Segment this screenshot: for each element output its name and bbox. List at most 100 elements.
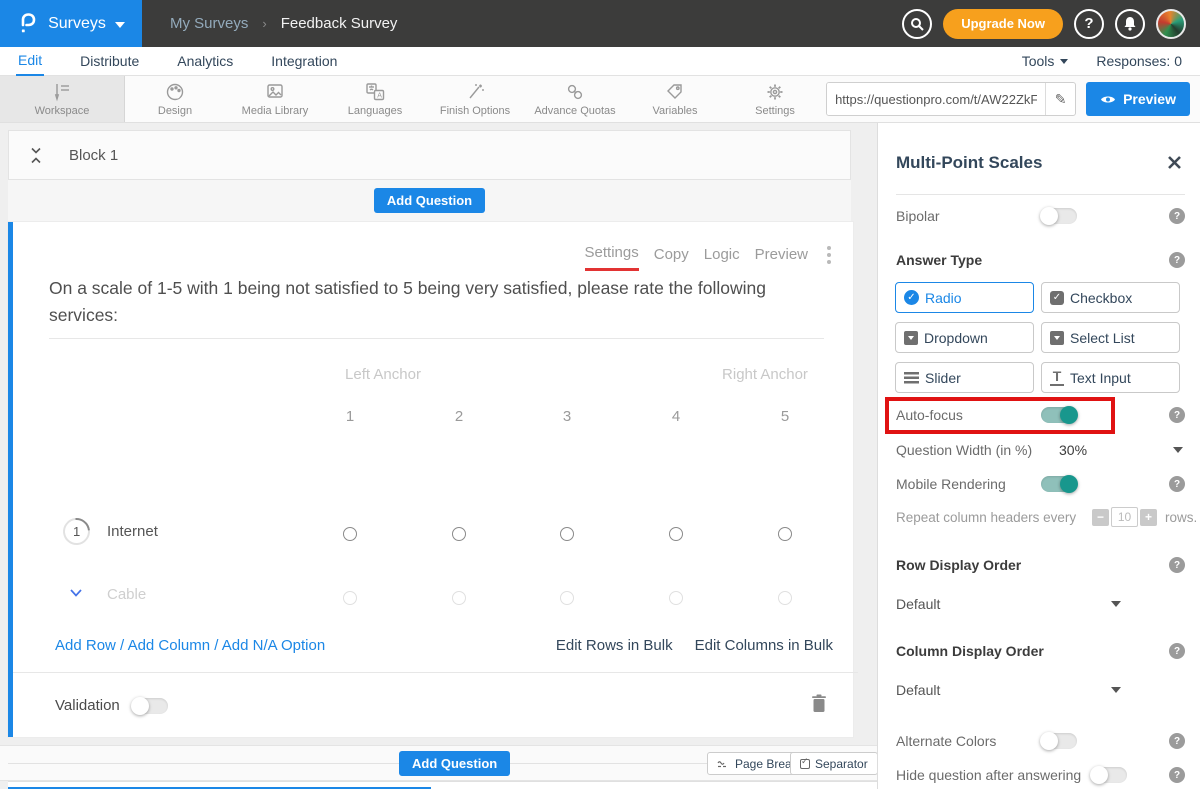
toolbar-finish-options[interactable]: Finish Options (425, 76, 525, 122)
question-tab-copy[interactable]: Copy (654, 246, 689, 270)
question-text[interactable]: On a scale of 1-5 with 1 being not satis… (49, 275, 819, 329)
toolbar-workspace[interactable]: Workspace (0, 76, 125, 122)
repeat-headers-input[interactable] (1111, 507, 1138, 527)
radio-cell[interactable] (669, 591, 683, 605)
column-header-3[interactable]: 3 (552, 408, 582, 425)
collapse-block-button[interactable] (29, 147, 43, 164)
alternate-colors-toggle[interactable] (1041, 733, 1077, 749)
row-label-internet[interactable]: Internet (107, 523, 158, 540)
edit-columns-in-bulk-link[interactable]: Edit Columns in Bulk (695, 637, 833, 654)
validation-label: Validation (55, 697, 120, 714)
search-icon (910, 17, 924, 31)
search-button[interactable] (902, 9, 932, 39)
bipolar-toggle[interactable] (1041, 208, 1077, 224)
help-icon[interactable]: ? (1169, 643, 1185, 659)
row-label-cable[interactable]: Cable (107, 586, 146, 603)
hide-question-row: Hide question after answering ? (896, 764, 1185, 786)
radio-cell[interactable] (560, 591, 574, 605)
radio-cell[interactable] (560, 527, 574, 541)
eye-icon (1100, 94, 1116, 105)
radio-cell[interactable] (778, 527, 792, 541)
tab-analytics[interactable]: Analytics (175, 48, 235, 75)
help-icon[interactable]: ? (1169, 733, 1185, 749)
edit-rows-in-bulk-link[interactable]: Edit Rows in Bulk (556, 637, 673, 654)
editor-toolbar: Workspace Design Media Library A Languag… (0, 76, 1200, 123)
tools-menu[interactable]: Tools (1022, 53, 1069, 69)
survey-url-input[interactable] (827, 83, 1045, 115)
more-options-icon[interactable] (827, 246, 831, 264)
validation-toggle[interactable] (132, 698, 168, 714)
tab-distribute[interactable]: Distribute (78, 48, 141, 75)
add-row-link[interactable]: Add Row (55, 637, 116, 654)
column-header-2[interactable]: 2 (444, 408, 474, 425)
answer-type-select-list[interactable]: Select List (1041, 322, 1180, 353)
edit-url-button[interactable]: ✎ (1045, 83, 1075, 115)
answer-type-dropdown[interactable]: Dropdown (895, 322, 1034, 353)
questionpro-logo (17, 12, 39, 36)
question-tab-logic[interactable]: Logic (704, 246, 740, 270)
column-header-5[interactable]: 5 (770, 408, 800, 425)
add-na-option-link[interactable]: Add N/A Option (222, 637, 325, 654)
right-anchor-input[interactable] (700, 366, 830, 383)
toolbar-variables[interactable]: Variables (625, 76, 725, 122)
answer-type-text-input[interactable]: TText Input (1041, 362, 1180, 393)
trash-icon (811, 694, 827, 713)
toolbar-languages[interactable]: A Languages (325, 76, 425, 122)
question-tab-preview[interactable]: Preview (755, 246, 808, 270)
radio-cell[interactable] (452, 591, 466, 605)
radio-cell[interactable] (343, 591, 357, 605)
row-reorder-chevron-icon[interactable] (68, 585, 84, 603)
answer-type-checkbox[interactable]: ✓Checkbox (1041, 282, 1180, 313)
help-icon[interactable]: ? (1169, 476, 1185, 492)
responses-count[interactable]: Responses: 0 (1096, 53, 1182, 69)
increment-button[interactable]: + (1140, 509, 1157, 526)
radio-cell[interactable] (778, 591, 792, 605)
notifications-button[interactable] (1115, 9, 1145, 39)
radio-cell[interactable] (669, 527, 683, 541)
add-question-button-bottom[interactable]: Add Question (399, 751, 510, 776)
close-panel-button[interactable] (1167, 155, 1182, 175)
help-icon[interactable]: ? (1169, 557, 1185, 573)
avatar[interactable] (1156, 9, 1186, 39)
radio-cell[interactable] (343, 527, 357, 541)
help-icon[interactable]: ? (1169, 252, 1185, 268)
mobile-rendering-toggle[interactable] (1041, 476, 1077, 492)
alternate-colors-label: Alternate Colors (896, 733, 996, 749)
help-icon[interactable]: ? (1169, 208, 1185, 224)
block-title[interactable]: Block 1 (69, 147, 118, 164)
question-tab-settings[interactable]: Settings (585, 244, 639, 271)
column-header-4[interactable]: 4 (661, 408, 691, 425)
radio-cell[interactable] (452, 527, 466, 541)
chevron-down-icon[interactable] (1173, 447, 1183, 453)
toolbar-advance-quotas[interactable]: Advance Quotas (525, 76, 625, 122)
question-width-value[interactable]: 30% (1059, 442, 1087, 458)
toolbar-settings[interactable]: Settings (725, 76, 825, 122)
toolbar-media-library[interactable]: Media Library (225, 76, 325, 122)
help-icon[interactable]: ? (1169, 407, 1185, 423)
delete-question-button[interactable] (811, 694, 827, 718)
answer-type-slider[interactable]: Slider (895, 362, 1034, 393)
column-header-1[interactable]: 1 (335, 408, 365, 425)
left-anchor-input[interactable] (318, 366, 448, 383)
answer-type-row: Answer Type ? (896, 249, 1185, 271)
tab-integration[interactable]: Integration (269, 48, 339, 75)
add-column-link[interactable]: Add Column (128, 637, 211, 654)
answer-type-radio[interactable]: ✓Radio (895, 282, 1034, 313)
auto-focus-toggle[interactable] (1041, 407, 1077, 423)
add-question-button-top[interactable]: Add Question (374, 188, 485, 213)
breadcrumb-my-surveys[interactable]: My Surveys (170, 15, 248, 32)
decrement-button[interactable]: − (1092, 509, 1109, 526)
help-icon[interactable]: ? (1169, 767, 1185, 783)
product-switcher[interactable]: Surveys (0, 0, 142, 47)
tab-edit[interactable]: Edit (16, 47, 44, 76)
toolbar-design[interactable]: Design (125, 76, 225, 122)
row-display-order-select[interactable]: Default (896, 593, 1185, 615)
column-display-order-select[interactable]: Default (896, 679, 1185, 701)
preview-button[interactable]: Preview (1086, 82, 1190, 116)
help-button[interactable]: ? (1074, 9, 1104, 39)
separator-button[interactable]: Separator (790, 752, 878, 775)
editor-canvas: Block 1 Add Question Settings Copy Logic… (0, 123, 877, 789)
upgrade-now-button[interactable]: Upgrade Now (943, 9, 1063, 39)
hide-question-toggle[interactable] (1091, 767, 1127, 783)
divider (49, 338, 824, 339)
